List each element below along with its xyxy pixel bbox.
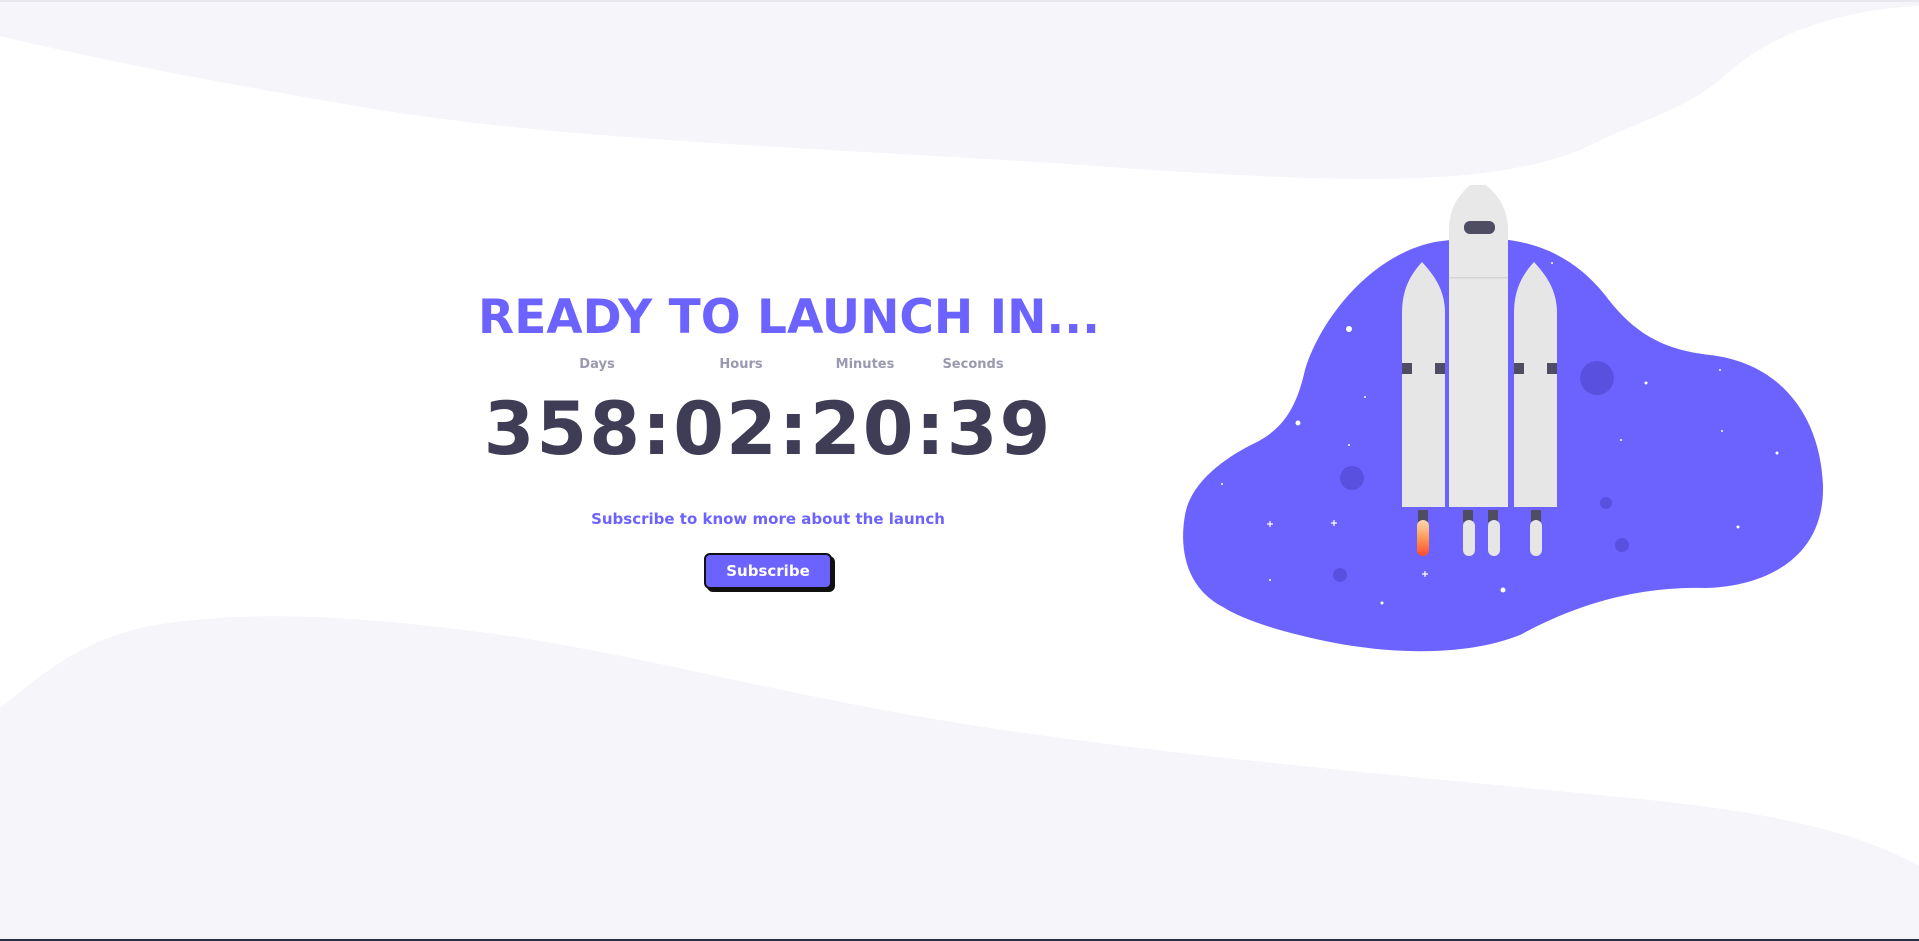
star-icon xyxy=(1775,451,1779,455)
star-icon xyxy=(1736,525,1740,529)
engine-exhaust xyxy=(1463,520,1475,556)
booster-connector xyxy=(1435,363,1445,374)
launch-countdown-page: READY TO LAUNCH IN... Days Hours Minutes… xyxy=(0,0,1919,941)
headline: READY TO LAUNCH IN... xyxy=(478,290,1100,345)
star-icon xyxy=(1346,326,1352,332)
star-icon xyxy=(1719,369,1721,371)
rocket-illustration xyxy=(1183,185,1824,652)
rocket-window xyxy=(1464,221,1495,234)
planet-icon xyxy=(1333,568,1347,582)
booster-connector xyxy=(1514,363,1524,374)
star-icon xyxy=(1364,396,1366,398)
star-icon xyxy=(1348,444,1350,446)
days-label: Days xyxy=(579,357,615,372)
star-icon xyxy=(1620,439,1622,441)
star-icon xyxy=(1295,420,1301,426)
minutes-label: Minutes xyxy=(835,357,895,372)
top-border xyxy=(0,0,1919,2)
booster-connector xyxy=(1547,363,1557,374)
star-icon xyxy=(1380,601,1384,605)
engine-exhaust xyxy=(1488,520,1500,556)
bottom-wave xyxy=(0,616,1919,941)
planet-icon xyxy=(1615,538,1629,552)
seconds-label: Seconds xyxy=(942,357,1004,372)
right-booster xyxy=(1514,262,1557,507)
rocket-icon xyxy=(1402,185,1557,556)
star-icon xyxy=(1551,262,1553,264)
flame-icon xyxy=(1417,520,1429,556)
top-wave xyxy=(0,0,1919,179)
planet-icon xyxy=(1580,361,1614,395)
subscribe-button[interactable]: Subscribe xyxy=(704,553,832,589)
star-icon xyxy=(1500,587,1506,593)
unit-labels: Days Hours Minutes Seconds xyxy=(478,357,1058,377)
star-icon xyxy=(1221,483,1223,485)
planet-icon xyxy=(1340,466,1364,490)
countdown-section: READY TO LAUNCH IN... Days Hours Minutes… xyxy=(478,290,1100,589)
core-seam xyxy=(1449,277,1508,279)
booster-connector xyxy=(1402,363,1412,374)
star-icon xyxy=(1721,430,1723,432)
star-icon xyxy=(1269,579,1271,581)
star-icon xyxy=(1644,381,1648,385)
planet-icon xyxy=(1600,497,1612,509)
hours-label: Hours xyxy=(719,357,763,372)
subscribe-prompt: Subscribe to know more about the launch xyxy=(591,510,945,528)
engine-exhaust xyxy=(1530,520,1542,556)
countdown-timer: 358:02:20:39 xyxy=(483,387,1053,472)
left-booster xyxy=(1402,262,1445,507)
